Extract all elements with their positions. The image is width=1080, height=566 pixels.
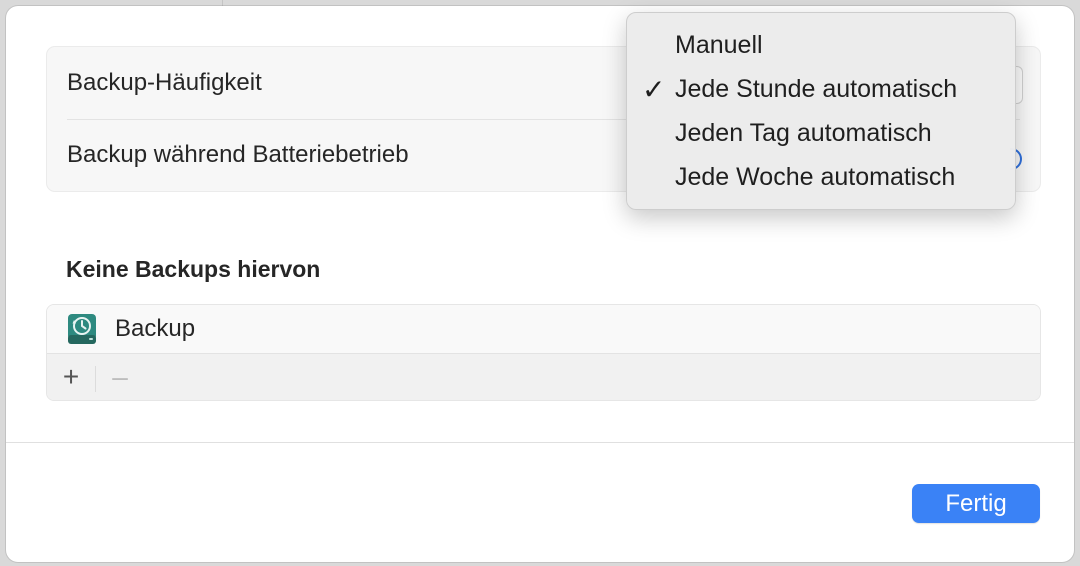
excluded-section-title: Keine Backups hiervon <box>66 256 321 282</box>
menu-item-label: Jede Stunde automatisch <box>675 75 958 103</box>
checkmark-icon: ✓ <box>642 74 666 105</box>
list-item-label: Backup <box>115 315 196 342</box>
menu-item-hourly[interactable]: ✓ Jede Stunde automatisch <box>627 67 1015 111</box>
list-item[interactable]: Backup <box>47 305 1040 354</box>
menu-item-manual[interactable]: Manuell <box>627 23 1015 67</box>
done-button[interactable]: Fertig <box>912 484 1040 523</box>
menu-item-label: Jeden Tag automatisch <box>675 119 932 147</box>
toolbar-divider <box>95 366 96 392</box>
menu-item-label: Manuell <box>675 31 763 59</box>
remove-button[interactable]: – <box>105 360 135 394</box>
list-toolbar: + – <box>47 354 1040 400</box>
menu-item-daily[interactable]: Jeden Tag automatisch <box>627 111 1015 155</box>
footer-divider <box>6 442 1074 443</box>
add-button[interactable]: + <box>56 360 86 394</box>
backup-frequency-label: Backup-Häufigkeit <box>67 69 262 96</box>
menu-item-label: Jede Woche automatisch <box>675 163 956 191</box>
backup-frequency-menu: Manuell ✓ Jede Stunde automatisch Jeden … <box>626 12 1016 210</box>
battery-backup-label: Backup während Batteriebetrieb <box>67 141 409 168</box>
time-machine-disk-icon <box>68 314 96 344</box>
menu-item-weekly[interactable]: Jede Woche automatisch <box>627 155 1015 199</box>
excluded-items-list: Backup + – <box>46 304 1041 401</box>
